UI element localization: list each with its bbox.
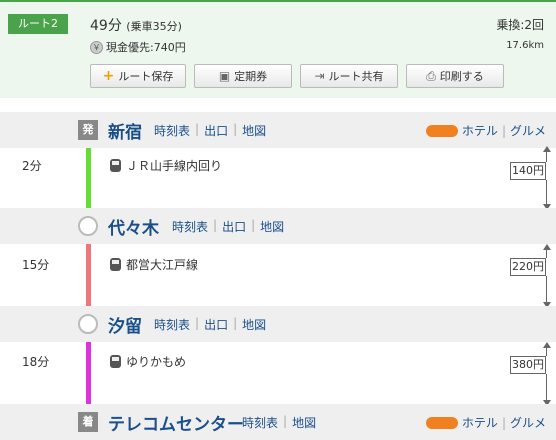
hotel-icon bbox=[425, 416, 458, 429]
station-name[interactable]: 代々木 bbox=[108, 214, 159, 239]
exit-link[interactable]: 出口 bbox=[204, 122, 228, 139]
share-route-button[interactable]: ⇥ ルート共有 bbox=[300, 64, 398, 88]
map-link[interactable]: 地図 bbox=[242, 122, 266, 139]
station-links: 時刻表 | 地図 bbox=[242, 414, 317, 431]
segment-duration: 15分 bbox=[22, 258, 50, 272]
arrow-up-icon bbox=[543, 146, 551, 152]
station-row-telecom-center: 着 テレコムセンター 時刻表 | 地図 ホテル | グルメ bbox=[0, 404, 556, 440]
commuter-pass-button[interactable]: ▣ 定期券 bbox=[194, 64, 292, 88]
map-link[interactable]: 地図 bbox=[242, 316, 266, 333]
station-links: 時刻表 | 出口 | 地図 bbox=[172, 218, 285, 235]
fare-box: 380円 bbox=[510, 356, 546, 374]
fare-line-top bbox=[546, 348, 547, 356]
station-row-shinjuku: 発 新宿 時刻表 | 出口 | 地図 ホテル | グルメ bbox=[0, 112, 556, 148]
station-name[interactable]: 新宿 bbox=[108, 118, 142, 143]
fare-box: 220円 bbox=[510, 258, 546, 276]
pass-icon: ▣ bbox=[218, 69, 231, 83]
gourmet-link[interactable]: グルメ bbox=[510, 414, 546, 431]
fare-info: ￥ 現金優先:740円 bbox=[90, 39, 186, 55]
stop-marker bbox=[78, 314, 98, 334]
transfer-count: 乗換:2回 bbox=[496, 18, 544, 32]
time-info: 49分 (乗車35分) bbox=[90, 15, 182, 35]
total-time: 49分 bbox=[90, 18, 122, 34]
route-tag: ルート2 bbox=[8, 14, 68, 34]
fare-line-bottom bbox=[546, 180, 547, 204]
segment-duration: 2分 bbox=[22, 159, 42, 173]
fare-line-top bbox=[546, 250, 547, 258]
map-link[interactable]: 地図 bbox=[292, 414, 316, 431]
train-icon bbox=[110, 258, 121, 271]
save-route-button[interactable]: + ルート保存 bbox=[90, 64, 186, 88]
arrow-up-icon bbox=[543, 244, 551, 250]
segment-line: 都営大江戸線 bbox=[110, 256, 198, 273]
line-segment-2 bbox=[86, 244, 91, 308]
commuter-pass-label: 定期券 bbox=[234, 70, 268, 83]
segment-fare: 220円 bbox=[510, 244, 551, 308]
fare-line-bottom bbox=[546, 374, 547, 400]
stop-marker bbox=[78, 216, 98, 236]
timetable-link[interactable]: 時刻表 bbox=[154, 122, 190, 139]
timetable-link[interactable]: 時刻表 bbox=[242, 414, 278, 431]
line-segment-3 bbox=[86, 342, 91, 406]
divider bbox=[0, 98, 556, 112]
line-name[interactable]: 都営大江戸線 bbox=[126, 256, 198, 273]
hotel-link[interactable]: ホテル bbox=[462, 414, 498, 431]
segment-fare: 140円 bbox=[510, 146, 551, 210]
distance: 17.6km bbox=[506, 40, 544, 51]
coin-icon: ￥ bbox=[90, 40, 103, 54]
line-segment-1 bbox=[86, 146, 91, 210]
exit-link[interactable]: 出口 bbox=[204, 316, 228, 333]
map-link[interactable]: 地図 bbox=[260, 218, 284, 235]
fare-line-bottom bbox=[546, 276, 547, 302]
segment-line: ＪＲ山手線内回り bbox=[110, 157, 222, 174]
station-row-yoyogi: 代々木 時刻表 | 出口 | 地図 bbox=[0, 208, 556, 244]
segment-fare: 380円 bbox=[510, 342, 551, 406]
segment-duration: 18分 bbox=[22, 355, 50, 369]
station-row-shiodome: 汐留 時刻表 | 出口 | 地図 bbox=[0, 306, 556, 342]
train-icon bbox=[110, 159, 121, 172]
printer-icon: ⎙ bbox=[426, 68, 436, 83]
route-summary: ルート2 49分 (乗車35分) ￥ 現金優先:740円 乗換:2回 17.6k… bbox=[0, 0, 556, 98]
timetable-link[interactable]: 時刻表 bbox=[172, 218, 208, 235]
line-name[interactable]: ＪＲ山手線内回り bbox=[126, 157, 222, 174]
segment-line: ゆりかもめ bbox=[110, 353, 186, 370]
fare-line-top bbox=[546, 152, 547, 162]
print-button[interactable]: ⎙ 印刷する bbox=[406, 64, 504, 88]
share-route-label: ルート共有 bbox=[328, 70, 384, 83]
station-links: 時刻表 | 出口 | 地図 bbox=[154, 316, 267, 333]
arrival-marker: 着 bbox=[78, 412, 98, 432]
station-links: 時刻表 | 出口 | 地図 bbox=[154, 122, 267, 139]
station-name[interactable]: 汐留 bbox=[108, 312, 142, 337]
hotel-icon bbox=[425, 124, 458, 137]
gourmet-link[interactable]: グルメ bbox=[510, 122, 546, 139]
hotel-link[interactable]: ホテル bbox=[462, 122, 498, 139]
departure-marker: 発 bbox=[78, 120, 98, 140]
station-name[interactable]: テレコムセンター bbox=[108, 410, 244, 435]
timetable-link[interactable]: 時刻表 bbox=[154, 316, 190, 333]
station-extras: ホテル | グルメ bbox=[425, 122, 546, 139]
fare-box: 140円 bbox=[510, 162, 546, 180]
save-route-label: ルート保存 bbox=[118, 70, 174, 83]
exit-link[interactable]: 出口 bbox=[222, 218, 246, 235]
print-label: 印刷する bbox=[439, 70, 484, 83]
line-name[interactable]: ゆりかもめ bbox=[126, 353, 186, 370]
ride-time: (乗車35分) bbox=[126, 20, 182, 33]
station-extras: ホテル | グルメ bbox=[425, 414, 546, 431]
train-icon bbox=[110, 355, 121, 368]
fare-label: 現金優先:740円 bbox=[106, 41, 186, 54]
plus-icon: + bbox=[102, 68, 115, 84]
share-icon: ⇥ bbox=[314, 69, 325, 83]
arrow-up-icon bbox=[543, 342, 551, 348]
